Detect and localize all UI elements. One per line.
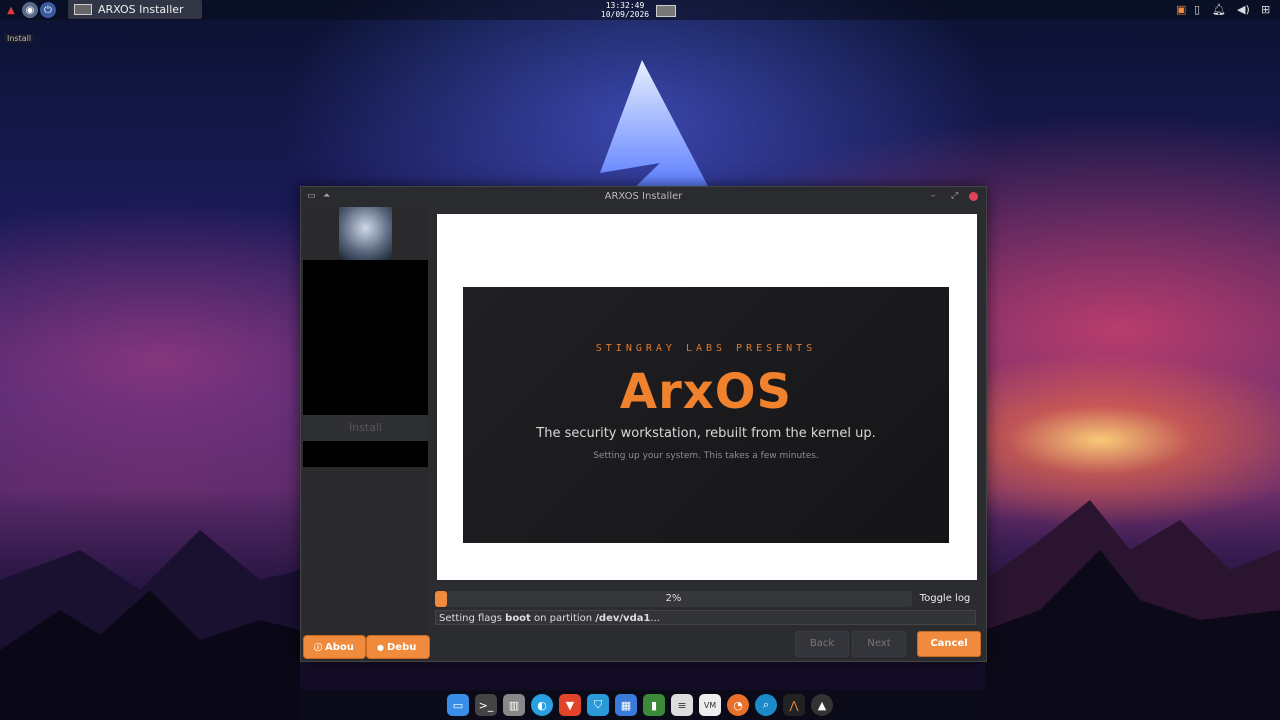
clock-date: 10/09/2026 <box>600 10 650 19</box>
info-icon: ⓘ <box>314 642 322 652</box>
power-icon[interactable]: ⏻ <box>40 2 56 18</box>
shield-icon[interactable]: ⛉ <box>587 694 609 716</box>
about-button[interactable]: ⓘ Abou <box>303 635 366 659</box>
status-line: Setting flags boot on partition /dev/vda… <box>435 610 976 625</box>
volume-icon[interactable]: ◀) <box>1237 3 1250 16</box>
app-menu-icon[interactable]: ▲ <box>3 2 19 18</box>
browser-icon[interactable]: ◐ <box>531 694 553 716</box>
clock-time: 13:32:49 <box>605 1 645 10</box>
brave-icon[interactable]: ▼ <box>559 694 581 716</box>
about-button-label: Abou <box>325 641 354 653</box>
calculator-icon[interactable]: ▦ <box>615 694 637 716</box>
taskbar-window-label: ARXOS Installer <box>98 3 184 16</box>
distro-logo-thumbnail <box>339 207 392 260</box>
status-flag: boot <box>505 613 531 624</box>
dock: ▭ >_ ▥ ◐ ▼ ⛉ ▦ ▮ ≡ VM ◔ ⌕ ⋀ ▲ <box>440 690 840 720</box>
arxos-logo-graphic <box>600 60 710 190</box>
back-button[interactable]: Back <box>795 631 849 657</box>
user-icon[interactable]: ◉ <box>22 2 38 18</box>
tooltip: Install <box>4 34 35 43</box>
slideshow-panel: STINGRAY LABS PRESENTS ArxOS The securit… <box>437 214 977 580</box>
status-prefix: Setting flags <box>439 613 506 624</box>
status-middle: on partition <box>530 613 596 624</box>
arxos-icon[interactable]: ⋀ <box>783 694 805 716</box>
vm-icon[interactable]: VM <box>699 694 721 716</box>
install-progress-bar: 2% <box>435 591 912 607</box>
network-icon[interactable]: ⊞ <box>1261 3 1270 16</box>
hooded-icon[interactable]: ▲ <box>811 694 833 716</box>
window-titlebar[interactable]: ▭ ⏶ ARXOS Installer – ⤢ <box>301 187 986 206</box>
cancel-button[interactable]: Cancel <box>917 631 981 657</box>
trash-icon[interactable]: ▥ <box>503 694 525 716</box>
workspace-icon[interactable] <box>656 5 676 17</box>
maximize-icon[interactable]: ⤢ <box>951 191 958 201</box>
taskbar-window-button[interactable]: ARXOS Installer <box>68 0 202 19</box>
close-icon[interactable] <box>969 192 978 201</box>
sidebar-item-install: Install <box>303 415 428 441</box>
toggle-log-button[interactable]: Toggle log <box>915 591 975 607</box>
display-icon[interactable]: ▣ <box>1176 3 1186 16</box>
bug-icon: ● <box>377 642 384 652</box>
progress-label: 2% <box>665 593 682 604</box>
debug-button-label: Debu <box>386 641 417 653</box>
status-suffix: ... <box>650 613 660 624</box>
clipboard-icon[interactable]: ▯ <box>1194 3 1200 16</box>
window-icon <box>74 4 92 15</box>
firefox-icon[interactable]: ◔ <box>727 694 749 716</box>
sidebar: Install ⓘ Abou ● Debu <box>303 207 430 661</box>
clock[interactable]: 13:32:49 10/09/2026 <box>590 1 660 19</box>
search-icon[interactable]: ⌕ <box>755 694 777 716</box>
slide-presenter: STINGRAY LABS PRESENTS <box>595 343 817 354</box>
window-title: ARXOS Installer <box>604 191 683 202</box>
sidebar-steps-area <box>303 260 428 415</box>
notes-icon[interactable]: ▮ <box>643 694 665 716</box>
folder-icon[interactable]: ▭ <box>447 694 469 716</box>
next-button[interactable]: Next <box>852 631 906 657</box>
slide-note: Setting up your system. This takes a few… <box>593 451 819 461</box>
installer-window: ▭ ⏶ ARXOS Installer – ⤢ Install ⓘ Abou ●… <box>300 186 987 662</box>
slideshow-slide: STINGRAY LABS PRESENTS ArxOS The securit… <box>463 287 949 543</box>
terminal-icon[interactable]: >_ <box>475 694 497 716</box>
text-editor-icon[interactable]: ≡ <box>671 694 693 716</box>
status-partition: /dev/vda1 <box>595 613 651 624</box>
minimize-icon[interactable]: – <box>931 191 936 201</box>
debug-button[interactable]: ● Debu <box>366 635 430 659</box>
sidebar-steps-area-lower <box>303 441 428 467</box>
top-panel: ▲ ◉ ⏻ ARXOS Installer 13:32:49 10/09/202… <box>0 0 1280 20</box>
slide-product-name: ArxOS <box>619 364 793 420</box>
notification-bell-icon[interactable]: 🔔︎ <box>1212 3 1226 16</box>
slide-tagline: The security workstation, rebuilt from t… <box>536 426 876 441</box>
